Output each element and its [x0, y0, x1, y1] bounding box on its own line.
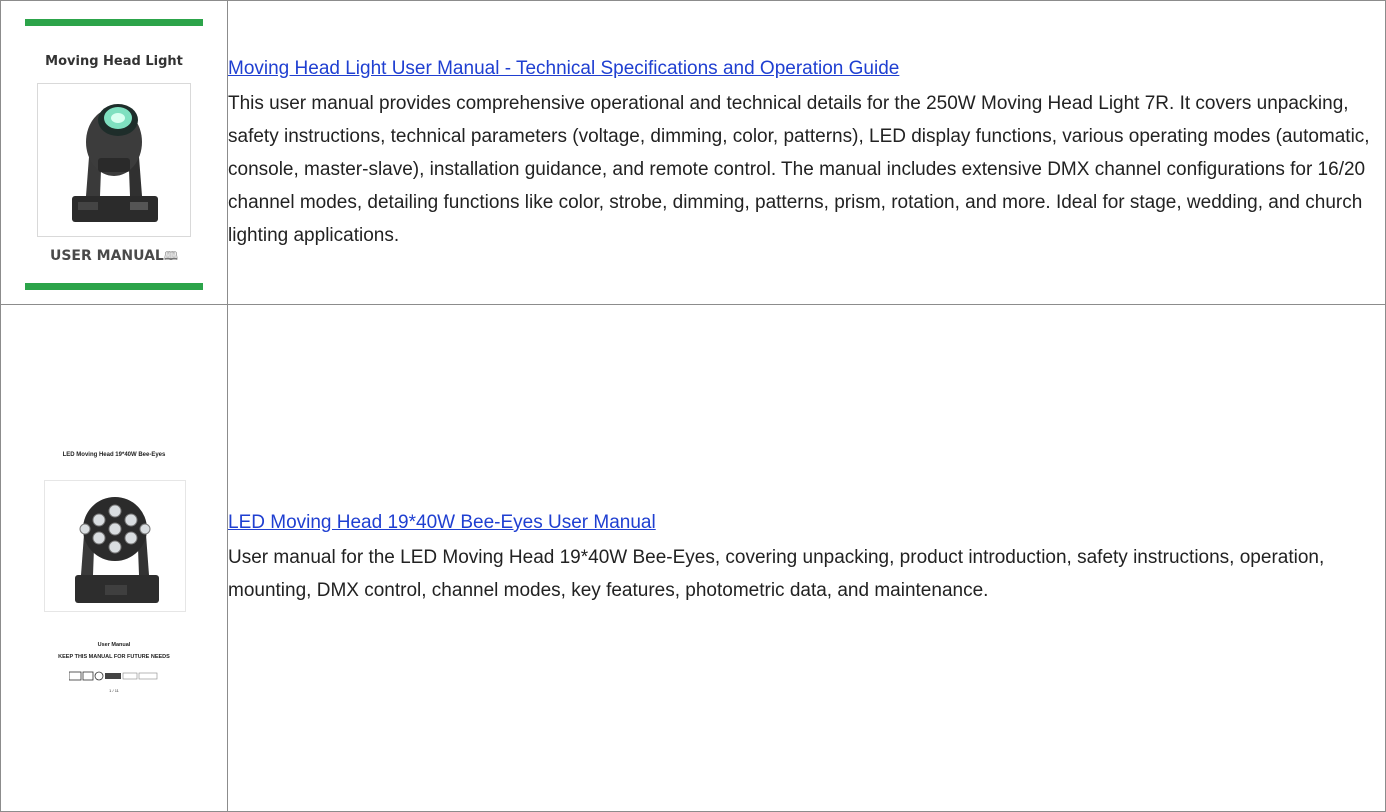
result-title-link[interactable]: Moving Head Light User Manual - Technica… [228, 55, 1385, 83]
manual-cover-thumbnail[interactable]: LED Moving Head 19*40W Bee-Eyes User Man… [19, 418, 209, 698]
cover-heading: LED Moving Head 19*40W Bee-Eyes [62, 452, 166, 458]
certification-marks-icon [68, 668, 159, 681]
result-row: LED Moving Head 19*40W Bee-Eyes User Man… [0, 304, 1386, 812]
cover-subheading: User Manual [97, 642, 131, 648]
moving-head-light-icon [72, 103, 158, 222]
cover-product-image [37, 82, 191, 237]
cover-footer: USER MANUAL🕮 [25, 247, 203, 268]
cover-product-image [44, 480, 186, 612]
cover-heading: Moving Head Light [45, 53, 183, 69]
cover-footer-label: USER MANUAL [49, 247, 164, 264]
result-description: This user manual provides comprehensive … [228, 93, 1370, 246]
result-thumbnail-cell[interactable]: LED Moving Head 19*40W Bee-Eyes User Man… [0, 304, 228, 812]
bee-eyes-light-icon [75, 497, 159, 603]
result-row: Moving Head Light USER MANUAL🕮 Moving He… [0, 0, 1386, 305]
result-title-link[interactable]: LED Moving Head 19*40W Bee-Eyes User Man… [228, 512, 656, 533]
manual-cover-thumbnail[interactable]: Moving Head Light USER MANUAL🕮 [25, 16, 203, 290]
result-text-cell: LED Moving Head 19*40W Bee-Eyes User Man… [227, 304, 1386, 812]
cover-page-number: 1 / 11 [109, 688, 119, 693]
result-description: User manual for the LED Moving Head 19*4… [228, 547, 1325, 601]
result-text-cell: Moving Head Light User Manual - Technica… [227, 0, 1386, 305]
cover-note: KEEP THIS MANUAL FOR FUTURE NEEDS [58, 654, 170, 660]
document-results-table: Moving Head Light USER MANUAL🕮 Moving He… [0, 0, 1386, 812]
result-thumbnail-cell[interactable]: Moving Head Light USER MANUAL🕮 [0, 0, 228, 305]
cover-top-bar [25, 18, 203, 26]
cover-bottom-bar [25, 282, 203, 290]
book-icon: 🕮 [163, 248, 178, 263]
